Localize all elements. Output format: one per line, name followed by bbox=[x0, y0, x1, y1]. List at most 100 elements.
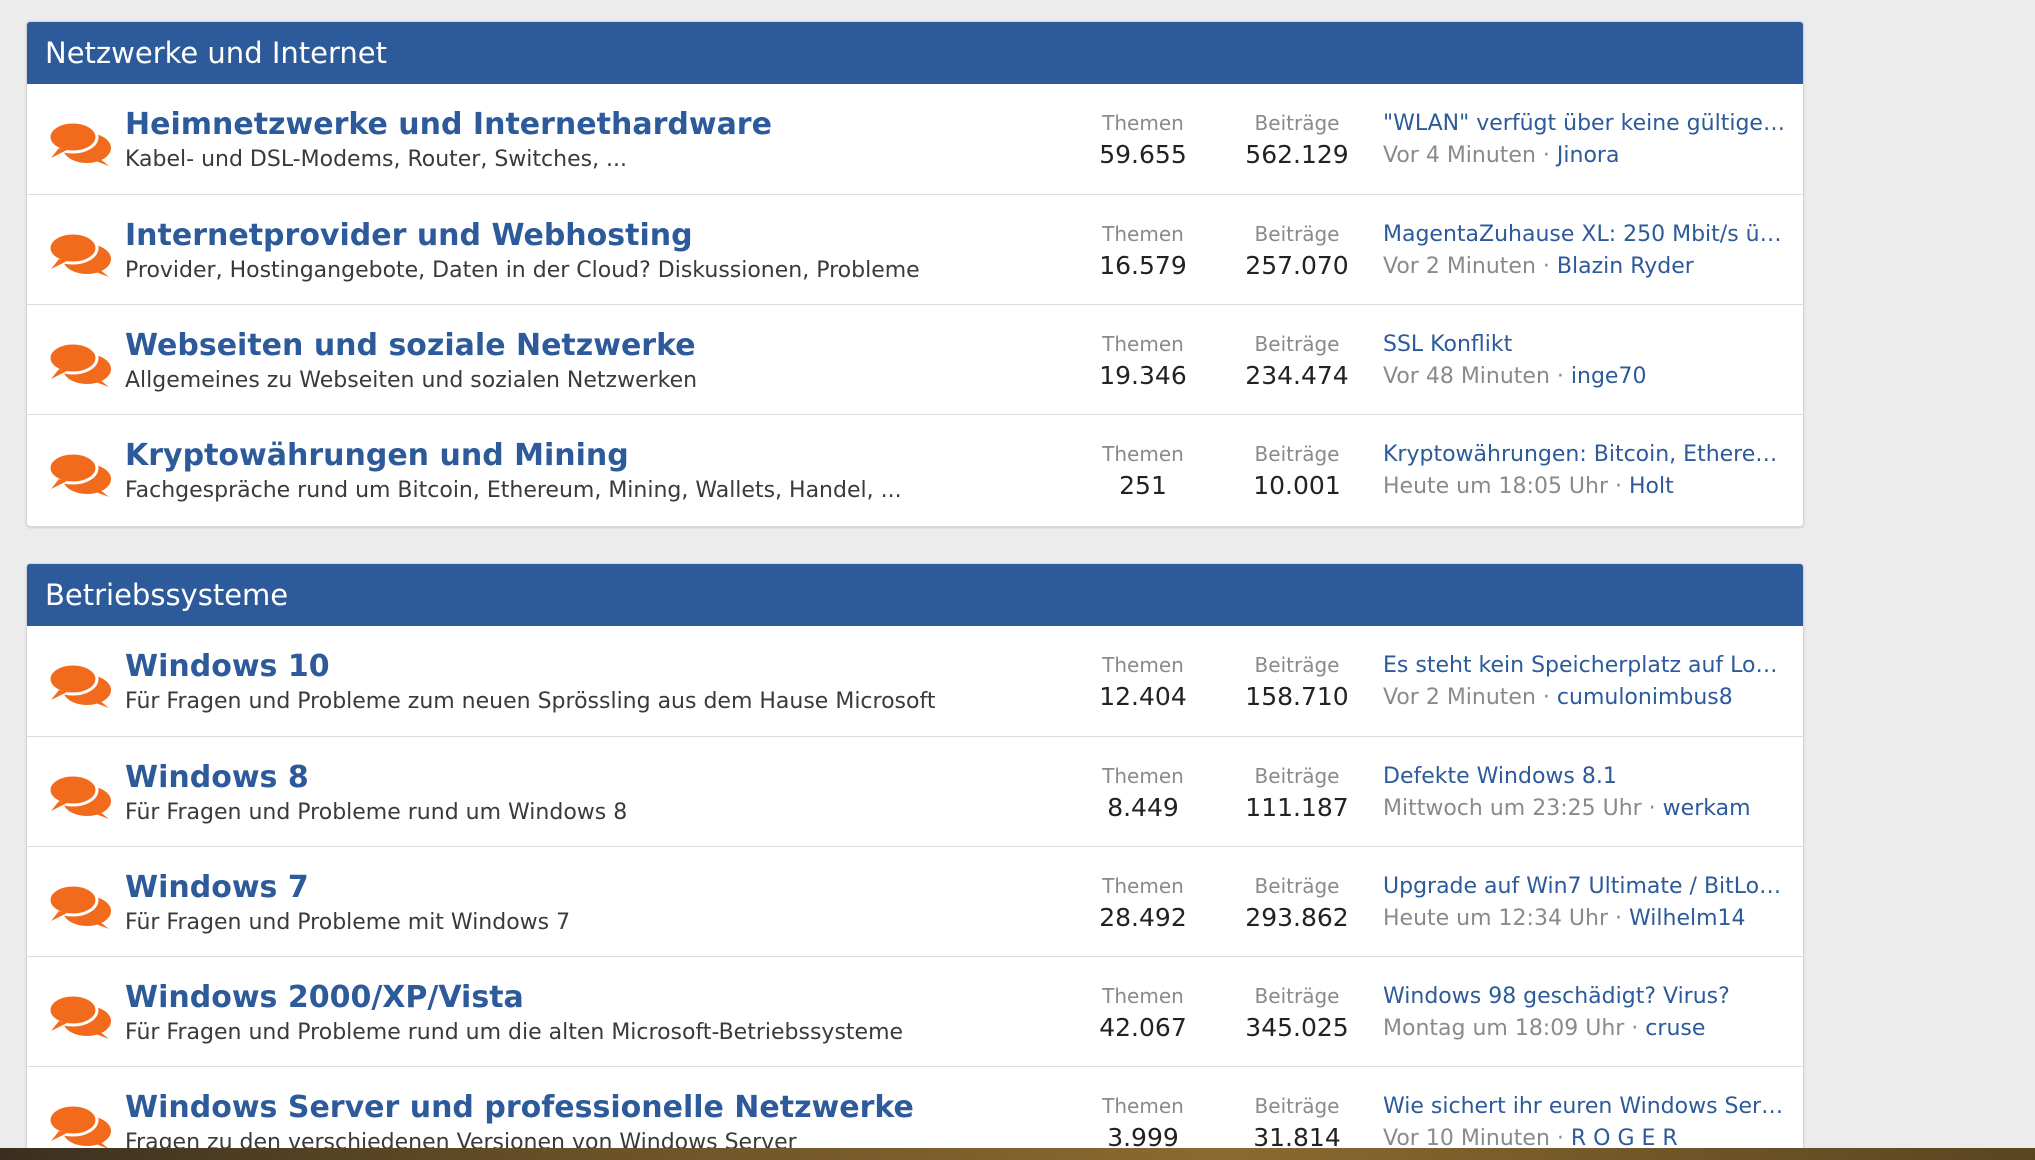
forum-title-link[interactable]: Windows Server und professionelle Netzwe… bbox=[125, 1089, 1025, 1127]
posts-label: Beiträge bbox=[1254, 1094, 1340, 1118]
latest-time[interactable]: Vor 2 Minuten bbox=[1383, 685, 1536, 710]
latest-meta: Vor 4 Minuten · Jinora bbox=[1383, 139, 1788, 172]
forum-description: Für Fragen und Probleme mit Windows 7 bbox=[125, 910, 571, 935]
posts-count: 234.474 bbox=[1245, 361, 1349, 390]
forum-title-link[interactable]: Windows 7 bbox=[125, 869, 1025, 907]
category-title[interactable]: Betriebssysteme bbox=[45, 578, 288, 612]
posts-stat: Beiträge 345.025 bbox=[1227, 981, 1367, 1045]
latest-time[interactable]: Montag um 18:09 Uhr bbox=[1383, 1016, 1624, 1041]
category-block-betriebssysteme: Betriebssysteme Windows 10 Für Fragen un… bbox=[26, 563, 1804, 1160]
category-header[interactable]: Netzwerke und Internet bbox=[27, 22, 1803, 84]
forum-title-link[interactable]: Internetprovider und Webhosting bbox=[125, 217, 1025, 255]
forum-description: Kabel- und DSL-Modems, Router, Switches,… bbox=[125, 147, 628, 172]
latest-post: Defekte Windows 8.1 Mittwoch um 23:25 Uh… bbox=[1383, 761, 1788, 825]
forum-title-link[interactable]: Webseiten und soziale Netzwerke bbox=[125, 327, 1025, 365]
forum-node: Webseiten und soziale Netzwerke Allgemei… bbox=[27, 304, 1803, 414]
latest-thread-link[interactable]: "WLAN" verfügt über keine gültige IP-... bbox=[1383, 108, 1788, 139]
chat-bubbles-icon bbox=[47, 773, 111, 819]
chat-bubbles-icon bbox=[47, 1103, 111, 1149]
latest-thread-link[interactable]: Wie sichert ihr euren Windows Server? bbox=[1383, 1091, 1788, 1122]
meta-separator: · bbox=[1535, 254, 1557, 279]
posts-stat: Beiträge 111.187 bbox=[1227, 761, 1367, 825]
forum-title-link[interactable]: Kryptowährungen und Mining bbox=[125, 437, 1025, 475]
forum-description: Allgemeines zu Webseiten und sozialen Ne… bbox=[125, 368, 698, 393]
latest-post: Wie sichert ihr euren Windows Server? Vo… bbox=[1383, 1091, 1788, 1155]
forum-description: Fachgespräche rund um Bitcoin, Ethereum,… bbox=[125, 478, 902, 503]
latest-post: SSL Konflikt Vor 48 Minuten · inge70 bbox=[1383, 329, 1788, 393]
category-header[interactable]: Betriebssysteme bbox=[27, 564, 1803, 626]
latest-thread-link[interactable]: MagentaZuhause XL: 250 Mbit/s über... bbox=[1383, 219, 1788, 250]
posts-count: 10.001 bbox=[1253, 471, 1341, 500]
latest-thread-link[interactable]: Es steht kein Speicherplatz auf Lokaler.… bbox=[1383, 650, 1788, 681]
latest-time[interactable]: Vor 2 Minuten bbox=[1383, 254, 1536, 279]
latest-user-link[interactable]: werkam bbox=[1663, 796, 1751, 821]
posts-count: 257.070 bbox=[1245, 251, 1349, 280]
latest-user-link[interactable]: cumulonimbus8 bbox=[1557, 685, 1733, 710]
forum-node: Internetprovider und Webhosting Provider… bbox=[27, 194, 1803, 304]
threads-label: Themen bbox=[1102, 332, 1184, 356]
posts-label: Beiträge bbox=[1254, 332, 1340, 356]
forum-title-link[interactable]: Windows 2000/XP/Vista bbox=[125, 979, 1025, 1017]
category-title[interactable]: Netzwerke und Internet bbox=[45, 36, 387, 70]
posts-count: 562.129 bbox=[1245, 140, 1349, 169]
latest-time[interactable]: Vor 48 Minuten bbox=[1383, 364, 1550, 389]
posts-stat: Beiträge 10.001 bbox=[1227, 439, 1367, 503]
threads-count: 19.346 bbox=[1099, 361, 1187, 390]
forum-node: Kryptowährungen und Mining Fachgespräche… bbox=[27, 414, 1803, 524]
posts-label: Beiträge bbox=[1254, 222, 1340, 246]
posts-label: Beiträge bbox=[1254, 111, 1340, 135]
latest-user-link[interactable]: Wilhelm14 bbox=[1629, 906, 1746, 931]
threads-stat: Themen 42.067 bbox=[1073, 981, 1213, 1045]
posts-count: 293.862 bbox=[1245, 903, 1349, 932]
latest-time[interactable]: Heute um 18:05 Uhr bbox=[1383, 474, 1608, 499]
latest-thread-link[interactable]: Windows 98 geschädigt? Virus? bbox=[1383, 981, 1788, 1012]
threads-stat: Themen 59.655 bbox=[1073, 108, 1213, 172]
latest-thread-link[interactable]: Defekte Windows 8.1 bbox=[1383, 761, 1788, 792]
latest-user-link[interactable]: Holt bbox=[1629, 474, 1674, 499]
posts-label: Beiträge bbox=[1254, 984, 1340, 1008]
latest-user-link[interactable]: cruse bbox=[1645, 1016, 1705, 1041]
latest-thread-link[interactable]: Kryptowährungen: Bitcoin, Ethereum u... bbox=[1383, 439, 1788, 470]
latest-user-link[interactable]: Blazin Ryder bbox=[1557, 254, 1694, 279]
posts-stat: Beiträge 257.070 bbox=[1227, 219, 1367, 283]
latest-time[interactable]: Vor 4 Minuten bbox=[1383, 143, 1536, 168]
threads-count: 16.579 bbox=[1099, 251, 1187, 280]
latest-user-link[interactable]: inge70 bbox=[1571, 364, 1647, 389]
forum-node: Windows 8 Für Fragen und Probleme rund u… bbox=[27, 736, 1803, 846]
meta-separator: · bbox=[1608, 906, 1630, 931]
threads-stat: Themen 16.579 bbox=[1073, 219, 1213, 283]
threads-label: Themen bbox=[1102, 984, 1184, 1008]
forum-node: Windows 7 Für Fragen und Probleme mit Wi… bbox=[27, 846, 1803, 956]
threads-count: 12.404 bbox=[1099, 682, 1187, 711]
posts-label: Beiträge bbox=[1254, 442, 1340, 466]
latest-time[interactable]: Heute um 12:34 Uhr bbox=[1383, 906, 1608, 931]
latest-post: MagentaZuhause XL: 250 Mbit/s über... Vo… bbox=[1383, 219, 1788, 283]
forum-description: Für Fragen und Probleme rund um die alte… bbox=[125, 1020, 904, 1045]
latest-meta: Montag um 18:09 Uhr · cruse bbox=[1383, 1012, 1788, 1045]
forum-index: Netzwerke und Internet Heimnetzwerke und… bbox=[0, 0, 2035, 1160]
latest-post: Es steht kein Speicherplatz auf Lokaler.… bbox=[1383, 650, 1788, 714]
threads-count: 42.067 bbox=[1099, 1013, 1187, 1042]
latest-time[interactable]: Mittwoch um 23:25 Uhr bbox=[1383, 796, 1642, 821]
posts-count: 111.187 bbox=[1245, 793, 1349, 822]
posts-count: 345.025 bbox=[1245, 1013, 1349, 1042]
threads-count: 251 bbox=[1119, 471, 1167, 500]
latest-meta: Vor 2 Minuten · Blazin Ryder bbox=[1383, 250, 1788, 283]
forum-title-link[interactable]: Windows 8 bbox=[125, 759, 1025, 797]
threads-stat: Themen 12.404 bbox=[1073, 650, 1213, 714]
latest-thread-link[interactable]: SSL Konflikt bbox=[1383, 329, 1788, 360]
latest-meta: Heute um 18:05 Uhr · Holt bbox=[1383, 470, 1788, 503]
latest-thread-link[interactable]: Upgrade auf Win7 Ultimate / BitLocker bbox=[1383, 871, 1788, 902]
meta-separator: · bbox=[1535, 685, 1557, 710]
forum-title-link[interactable]: Windows 10 bbox=[125, 648, 1025, 686]
threads-count: 8.449 bbox=[1107, 793, 1179, 822]
posts-stat: Beiträge 31.814 bbox=[1227, 1091, 1367, 1155]
threads-count: 28.492 bbox=[1099, 903, 1187, 932]
latest-user-link[interactable]: Jinora bbox=[1557, 143, 1620, 168]
forum-title-link[interactable]: Heimnetzwerke und Internethardware bbox=[125, 106, 1025, 144]
meta-separator: · bbox=[1641, 796, 1663, 821]
threads-stat: Themen 8.449 bbox=[1073, 761, 1213, 825]
threads-label: Themen bbox=[1102, 764, 1184, 788]
posts-stat: Beiträge 234.474 bbox=[1227, 329, 1367, 393]
chat-bubbles-icon bbox=[47, 231, 111, 277]
